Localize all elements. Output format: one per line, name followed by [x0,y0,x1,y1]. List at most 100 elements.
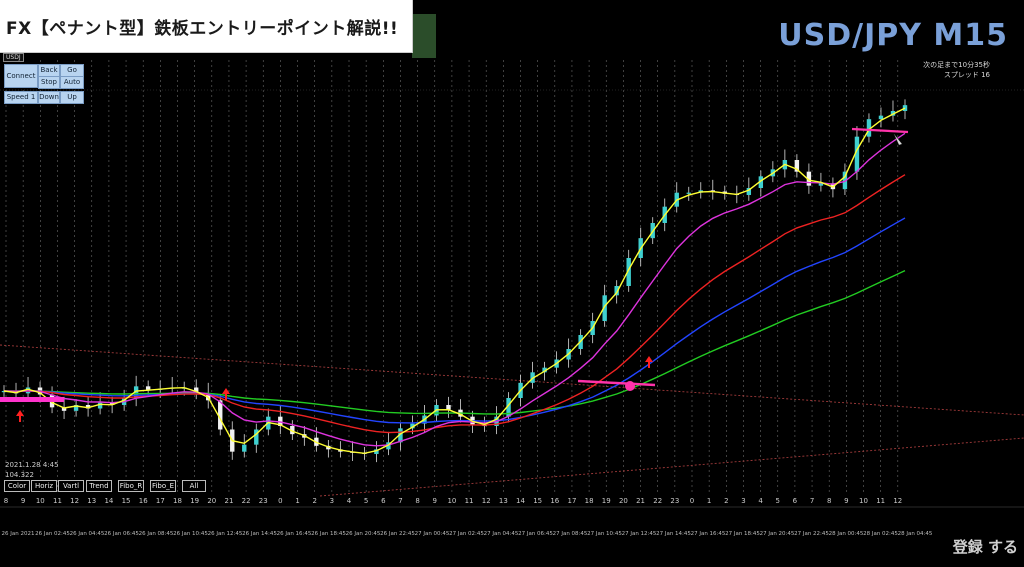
fibo-e-button[interactable]: Fibo_E [150,480,176,492]
hour-tick-label: 16 [550,497,559,505]
candle-body [97,402,103,409]
hour-tick-label: 3 [330,497,334,505]
fibo-r-button[interactable]: Fibo_R [118,480,144,492]
hour-tick-label: 4 [758,497,763,505]
down-button[interactable]: Down [38,91,60,104]
subscribe-watermark: 登録 する [952,538,1018,556]
date-tick-label: 26 Jan 06:45 [104,531,139,537]
date-tick-label: 26 Jan 04:45 [70,531,105,537]
hour-tick-label: 1 [295,497,299,505]
date-tick-label: 26 Jan 2021 [2,531,35,537]
hour-tick-label: 21 [224,497,233,505]
date-tick-label: 27 Jan 20:45 [760,531,795,537]
hour-tick-label: 15 [122,497,131,505]
date-tick-label: 27 Jan 22:45 [794,531,829,537]
candle-body [446,405,451,410]
up-arrow [16,410,24,422]
date-tick-label: 26 Jan 22:45 [380,531,415,537]
hour-tick-label: 9 [844,497,848,505]
hour-tick-label: 7 [810,497,814,505]
title-banner-accent [412,14,436,58]
hour-tick-label: 2 [724,497,728,505]
date-tick-label: 27 Jan 06:45 [518,531,553,537]
date-tick-label: 27 Jan 16:45 [691,531,726,537]
chart-window: 8 9 10 11 12 13 14 15 16 17 18 19 20 21 22 23 0 1 2 3 4 5 6 7 8 9… [0,0,1024,567]
date-tick-label: 27 Jan 10:45 [587,531,622,537]
hour-tick-label: 19 [602,497,611,505]
candle-body [145,386,151,390]
auto-button[interactable]: Auto [60,76,84,89]
hour-tick-label: 17 [567,497,576,505]
hour-tick-label: 16 [139,497,148,505]
candle-body [902,105,908,111]
hour-tick-label: 10 [447,497,456,505]
hour-tick-label: 11 [465,497,474,505]
date-tick-label: 27 Jan 14:45 [656,531,691,537]
hour-tick-label: 11 [876,497,885,505]
hour-tick-label: 14 [104,497,113,505]
moving-averages [3,107,906,455]
hour-tick-label: 14 [516,497,525,505]
hour-tick-label: 6 [381,497,386,505]
candle-body [686,192,691,194]
currency-pair-title: USD/JPY M15 [778,18,1008,53]
date-tick-label: 27 Jan 04:45 [484,531,519,537]
hour-tick-label: 18 [585,497,594,505]
horiz-button[interactable]: Horiz [31,480,57,492]
hour-tick-label: 9 [21,497,25,505]
hour-tick-label: 8 [827,497,831,505]
up-button[interactable]: Up [60,91,84,104]
hour-tick-label: 21 [636,497,645,505]
video-title: FX【ペナント型】鉄板エントリーポイント解説!! [6,19,399,39]
date-tick-label: 26 Jan 08:45 [139,531,174,537]
ema-yellow-line [3,107,906,455]
ema-blue-line [3,217,906,424]
hour-tick-label: 20 [619,497,628,505]
hour-tick-label: 0 [690,497,694,505]
vartl-button[interactable]: Vartl [58,480,84,492]
date-tick-label: 27 Jan 00:45 [415,531,450,537]
date-tick-label: 26 Jan 10:45 [173,531,208,537]
date-tick-label: 26 Jan 18:45 [311,531,346,537]
hour-tick-label: 8 [4,497,8,505]
all-button[interactable]: All [182,480,206,492]
hour-tick-label: 23 [259,497,268,505]
hour-tick-label: 22 [242,497,251,505]
hour-tick-label: 12 [893,497,902,505]
hour-tick-label: 9 [433,497,437,505]
candle-body [242,444,247,452]
hour-tick-label: 12 [482,497,491,505]
speed-button[interactable]: Speed 1 [4,91,38,104]
date-tick-label: 27 Jan 02:45 [449,531,484,537]
date-tick-label: 26 Jan 12:45 [208,531,243,537]
date-tick-label: 26 Jan 20:45 [346,531,381,537]
date-tick-label: 26 Jan 16:45 [277,531,312,537]
spread-display: スプレッド 16 [943,71,990,79]
ema-green-line [3,269,906,415]
hour-tick-label: 0 [278,497,282,505]
date-tick-label: 26 Jan 14:45 [242,531,277,537]
symbol-tag[interactable]: USDJ [3,53,24,62]
hour-tick-label: 12 [70,497,79,505]
date-tick-label: 27 Jan 08:45 [553,531,588,537]
pink-touch-dot [625,381,635,391]
hour-tick-label: 18 [173,497,182,505]
pink-target-line [851,127,909,134]
upper-trendline [0,344,1024,416]
hour-tick-label: 10 [36,497,45,505]
date-tick-label: 27 Jan 18:45 [725,531,760,537]
trend-button[interactable]: Trend [86,480,112,492]
connect-button[interactable]: Connect [4,64,38,88]
bar-info: 次の足まで10分35秒 スプレッド 16 [923,60,990,80]
date-tick-label: 27 Jan 12:45 [622,531,657,537]
date-tick-label: 26 Jan 02:45 [35,531,70,537]
hour-tick-label: 5 [776,497,780,505]
hour-tick-label: 5 [364,497,368,505]
hour-tick-label: 15 [533,497,542,505]
hour-tick-label: 23 [670,497,679,505]
hour-tick-label: 2 [312,497,316,505]
color-button[interactable]: Color [4,480,30,492]
pink-level-bar [0,397,64,402]
hour-tick-label: 3 [741,497,745,505]
stop-button[interactable]: Stop [38,76,60,89]
